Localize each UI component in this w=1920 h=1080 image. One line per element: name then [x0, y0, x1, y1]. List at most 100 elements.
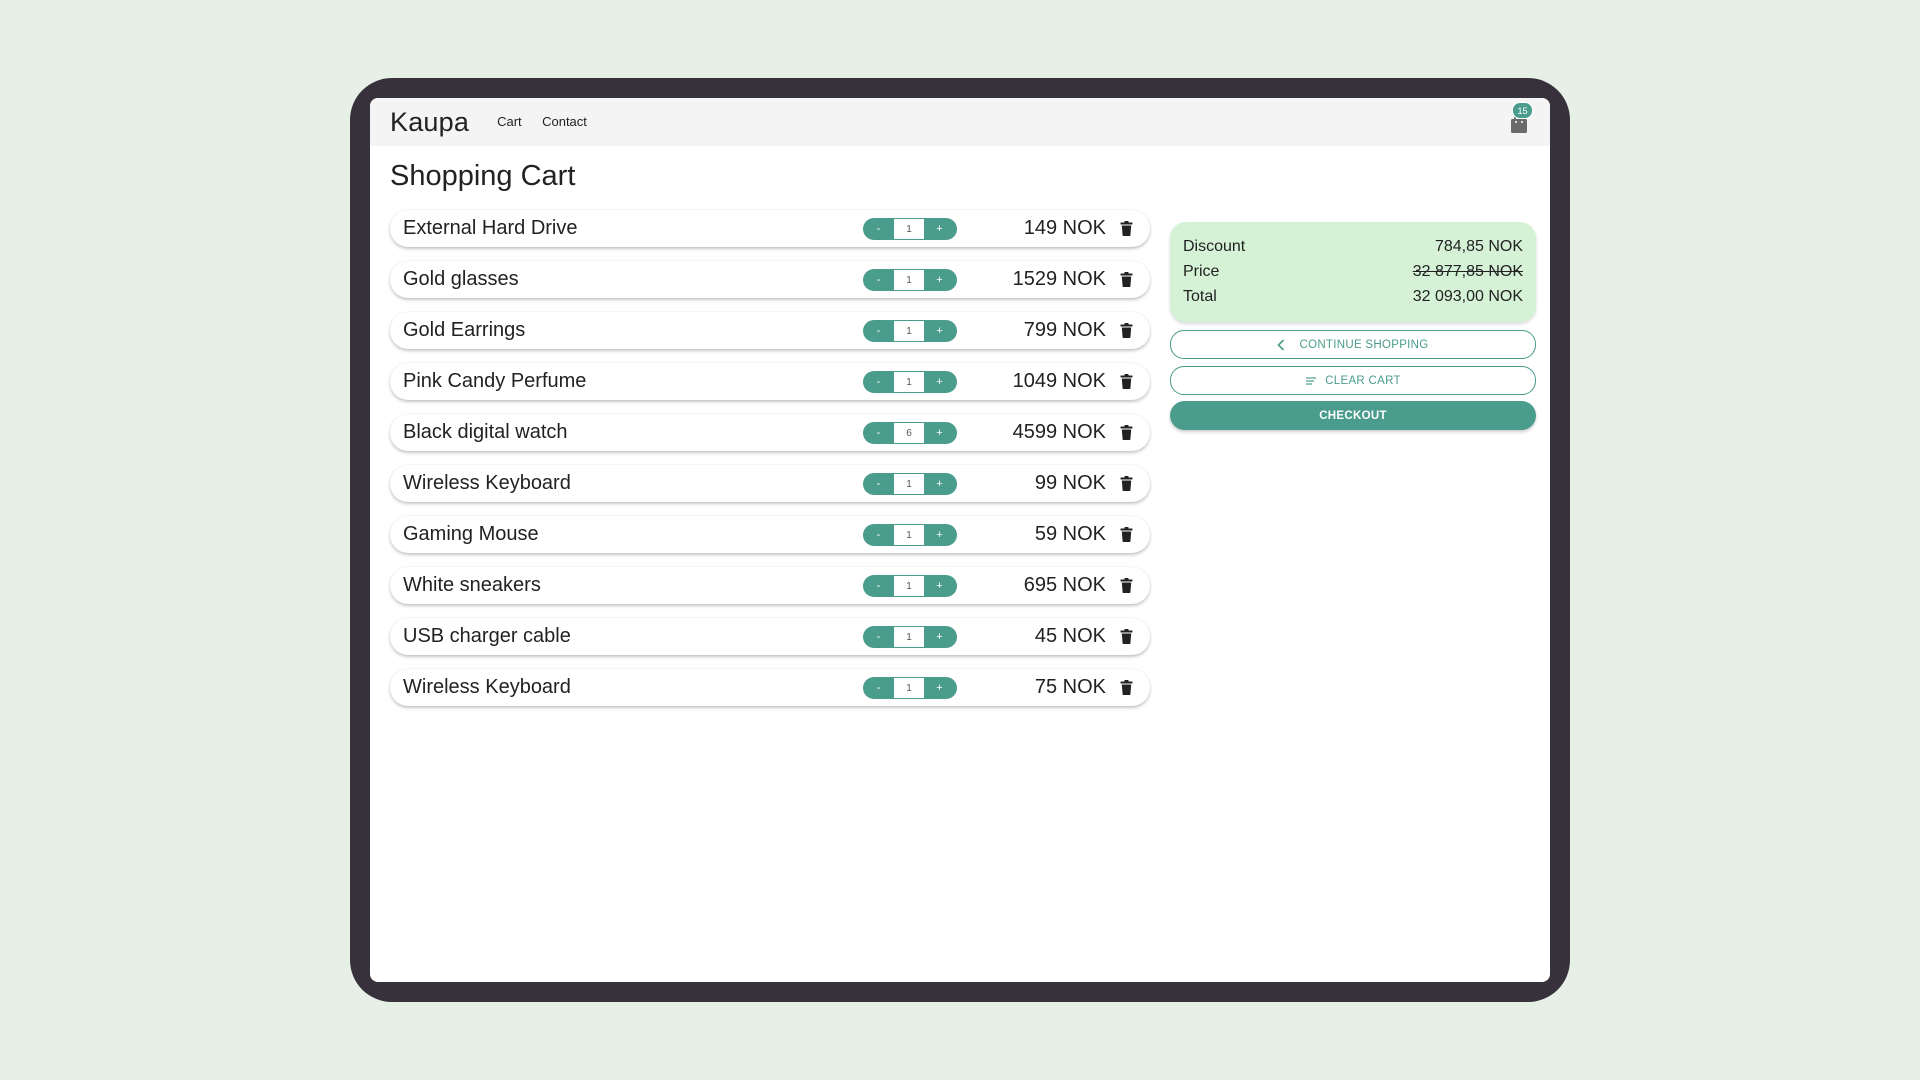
discount-row: Discount 784,85 NOK [1183, 238, 1523, 256]
top-navbar: Kaupa Cart Contact 15 [370, 98, 1550, 146]
increment-button[interactable]: + [924, 371, 955, 393]
cart-item-name: Wireless Keyboard [403, 676, 571, 698]
trash-icon[interactable] [1120, 578, 1133, 593]
quantity-stepper: - 1 + [863, 371, 957, 393]
increment-button[interactable]: + [924, 626, 955, 648]
increment-button[interactable]: + [924, 677, 955, 699]
quantity-stepper: - 1 + [863, 320, 957, 342]
quantity-input[interactable]: 1 [894, 219, 924, 239]
decrement-button[interactable]: - [863, 626, 894, 648]
trash-icon[interactable] [1120, 476, 1133, 491]
trash-icon[interactable] [1120, 323, 1133, 338]
quantity-input[interactable]: 1 [894, 270, 924, 290]
cart-item-price: 45 NOK [1034, 625, 1106, 647]
discount-label: Discount [1183, 238, 1246, 255]
cart-item-price: 1049 NOK [1012, 370, 1106, 392]
total-value: 32 093,00 NOK [1412, 288, 1523, 305]
page-title: Shopping Cart [390, 160, 576, 192]
cart-item-row: External Hard Drive - 1 + 149 NOK [390, 210, 1150, 247]
quantity-input[interactable]: 1 [894, 525, 924, 545]
decrement-button[interactable]: - [863, 218, 894, 240]
cart-item-list: External Hard Drive - 1 + 149 NOK Gold g… [390, 210, 1150, 720]
quantity-input[interactable]: 6 [894, 423, 924, 443]
cart-item-name: Wireless Keyboard [403, 472, 571, 494]
quantity-stepper: - 1 + [863, 218, 957, 240]
cart-item-row: Pink Candy Perfume - 1 + 1049 NOK [390, 363, 1150, 400]
app-screen: Kaupa Cart Contact 15 Shopping Cart Exte… [370, 98, 1550, 982]
cart-item-row: Wireless Keyboard - 1 + 99 NOK [390, 465, 1150, 502]
decrement-button[interactable]: - [863, 473, 894, 495]
cart-item-name: USB charger cable [403, 625, 571, 647]
cart-item-price: 99 NOK [1034, 472, 1106, 494]
trash-icon[interactable] [1120, 374, 1133, 389]
quantity-stepper: - 1 + [863, 269, 957, 291]
checkout-label: CHECKOUT [1319, 409, 1387, 422]
nav-link-contact[interactable]: Contact [542, 114, 587, 129]
cart-item-price: 799 NOK [1023, 319, 1106, 341]
cart-item-row: White sneakers - 1 + 695 NOK [390, 567, 1150, 604]
clear-list-icon [1306, 376, 1317, 385]
cart-item-name: Gaming Mouse [403, 523, 539, 545]
brand-logo[interactable]: Kaupa [390, 107, 469, 138]
increment-button[interactable]: + [924, 575, 955, 597]
checkout-button[interactable]: CHECKOUT [1170, 401, 1536, 430]
trash-icon[interactable] [1120, 629, 1133, 644]
cart-item-row: Gold Earrings - 1 + 799 NOK [390, 312, 1150, 349]
quantity-stepper: - 1 + [863, 677, 957, 699]
increment-button[interactable]: + [924, 473, 955, 495]
increment-button[interactable]: + [924, 320, 955, 342]
cart-item-name: Gold Earrings [403, 319, 526, 341]
order-summary: Discount 784,85 NOK Price 32 877,85 NOK … [1170, 222, 1536, 322]
trash-icon[interactable] [1120, 680, 1133, 695]
cart-item-row: Gold glasses - 1 + 1529 NOK [390, 261, 1150, 298]
total-label: Total [1183, 288, 1217, 305]
cart-item-price: 149 NOK [1023, 217, 1106, 239]
trash-icon[interactable] [1120, 425, 1133, 440]
decrement-button[interactable]: - [863, 524, 894, 546]
cart-item-name: External Hard Drive [403, 217, 578, 239]
cart-item-row: Wireless Keyboard - 1 + 75 NOK [390, 669, 1150, 706]
decrement-button[interactable]: - [863, 575, 894, 597]
quantity-input[interactable]: 1 [894, 627, 924, 647]
cart-item-price: 4599 NOK [1012, 421, 1106, 443]
cart-item-name: Gold glasses [403, 268, 519, 290]
price-label: Price [1183, 263, 1220, 280]
quantity-stepper: - 1 + [863, 473, 957, 495]
trash-icon[interactable] [1120, 221, 1133, 236]
quantity-stepper: - 6 + [863, 422, 957, 444]
clear-cart-label: CLEAR CART [1325, 374, 1401, 387]
clear-cart-button[interactable]: CLEAR CART [1170, 366, 1536, 395]
quantity-input[interactable]: 1 [894, 576, 924, 596]
cart-item-price: 75 NOK [1034, 676, 1106, 698]
cart-item-row: USB charger cable - 1 + 45 NOK [390, 618, 1150, 655]
price-row: Price 32 877,85 NOK [1183, 263, 1523, 281]
quantity-input[interactable]: 1 [894, 678, 924, 698]
quantity-stepper: - 1 + [863, 524, 957, 546]
increment-button[interactable]: + [924, 524, 955, 546]
decrement-button[interactable]: - [863, 269, 894, 291]
quantity-input[interactable]: 1 [894, 372, 924, 392]
nav-link-cart[interactable]: Cart [497, 114, 522, 129]
trash-icon[interactable] [1120, 527, 1133, 542]
cart-item-name: Pink Candy Perfume [403, 370, 587, 392]
quantity-input[interactable]: 1 [894, 321, 924, 341]
decrement-button[interactable]: - [863, 371, 894, 393]
increment-button[interactable]: + [924, 218, 955, 240]
quantity-input[interactable]: 1 [894, 474, 924, 494]
continue-shopping-button[interactable]: CONTINUE SHOPPING [1170, 330, 1536, 359]
original-price-value: 32 877,85 NOK [1412, 263, 1523, 280]
cart-item-row: Black digital watch - 6 + 4599 NOK [390, 414, 1150, 451]
decrement-button[interactable]: - [863, 677, 894, 699]
quantity-stepper: - 1 + [863, 575, 957, 597]
trash-icon[interactable] [1120, 272, 1133, 287]
cart-item-row: Gaming Mouse - 1 + 59 NOK [390, 516, 1150, 553]
cart-count-badge: 15 [1512, 102, 1533, 119]
increment-button[interactable]: + [924, 269, 955, 291]
increment-button[interactable]: + [924, 422, 955, 444]
cart-item-price: 59 NOK [1034, 523, 1106, 545]
cart-item-price: 695 NOK [1023, 574, 1106, 596]
cart-item-price: 1529 NOK [1012, 268, 1106, 290]
decrement-button[interactable]: - [863, 320, 894, 342]
quantity-stepper: - 1 + [863, 626, 957, 648]
decrement-button[interactable]: - [863, 422, 894, 444]
